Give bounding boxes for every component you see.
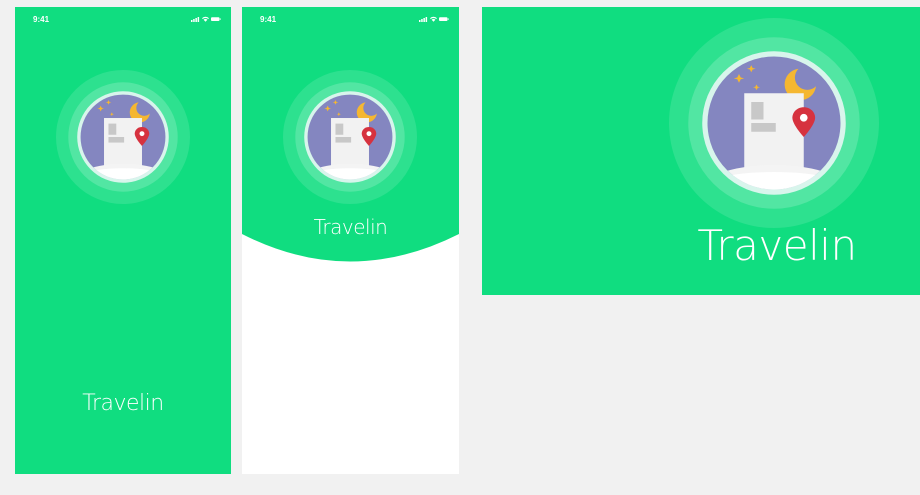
status-bar: 9:41 [242, 7, 459, 29]
app-name: Travelin [82, 391, 164, 416]
signal-wifi-battery-icon [419, 16, 449, 22]
signal-wifi-battery-icon [191, 16, 221, 22]
status-time: 9:41 [260, 15, 277, 24]
splash-screen-curved: 9:41 Travelin [242, 7, 459, 474]
app-logo-icon [669, 18, 879, 228]
app-logo-icon [283, 70, 417, 204]
app-logo-icon [56, 70, 190, 204]
status-bar: 9:41 [15, 7, 231, 29]
splash-screen-portrait: 9:41 Travelin [15, 7, 231, 474]
status-time: 9:41 [33, 15, 50, 24]
splash-screen-landscape: Travelin [482, 7, 920, 295]
app-name: Travelin [313, 215, 388, 239]
app-name: Travelin [697, 221, 857, 270]
